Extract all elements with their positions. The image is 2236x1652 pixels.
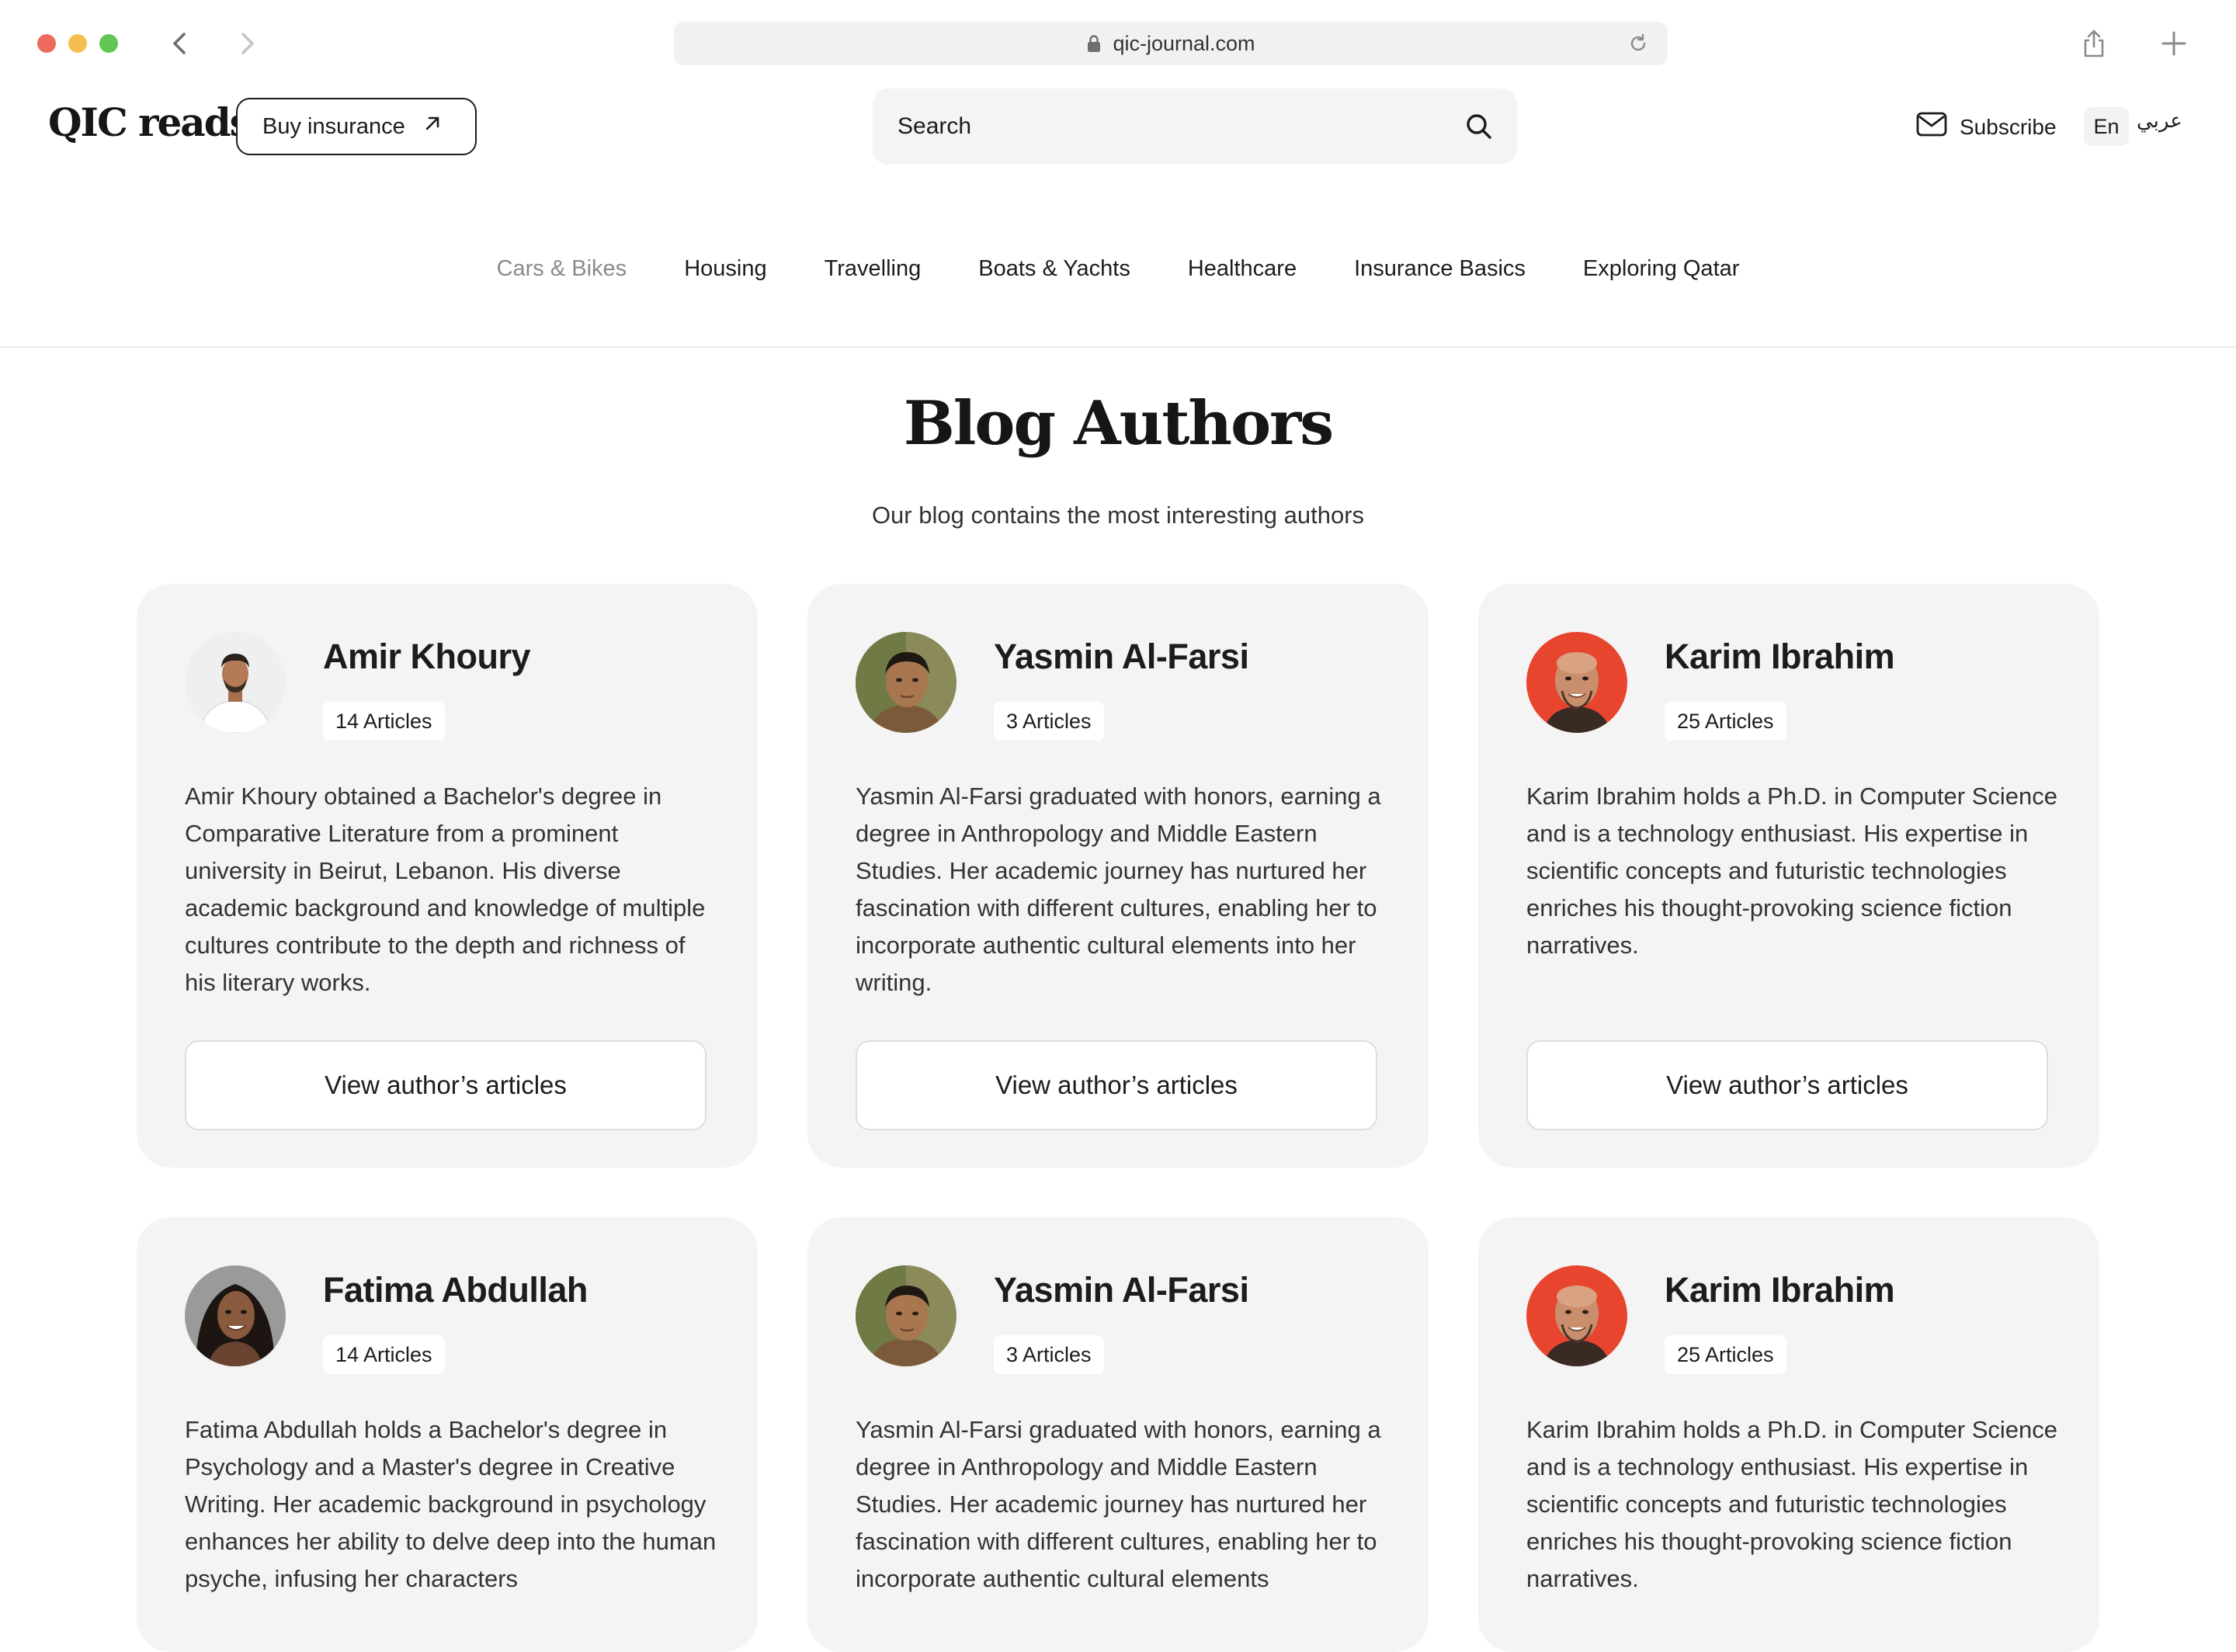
site-logo[interactable]: QIC reads bbox=[48, 99, 252, 145]
author-name[interactable]: Yasmin Al-Farsi bbox=[994, 637, 1249, 677]
author-card: Fatima Abdullah 14 Articles Fatima Abdul… bbox=[137, 1217, 758, 1652]
zoom-window-button[interactable] bbox=[99, 34, 118, 53]
nav-item-travelling[interactable]: Travelling bbox=[825, 241, 922, 297]
author-bio: Karim Ibrahim holds a Ph.D. in Computer … bbox=[1526, 783, 2058, 959]
close-window-button[interactable] bbox=[37, 34, 56, 53]
page-subtitle: Our blog contains the most interesting a… bbox=[871, 502, 1365, 529]
nav-item-boats-yachts[interactable]: Boats & Yachts bbox=[978, 241, 1130, 297]
arrow-up-right-icon bbox=[422, 113, 443, 140]
page-title: Blog Authors bbox=[903, 388, 1334, 459]
language-english-button[interactable]: En bbox=[2084, 107, 2129, 146]
browser-toolbar: qic-journal.com bbox=[0, 0, 2236, 87]
article-count-badge: 3 Articles bbox=[994, 1335, 1104, 1374]
article-count-badge: 3 Articles bbox=[994, 702, 1104, 741]
address-bar[interactable]: qic-journal.com bbox=[674, 22, 1668, 65]
search-input[interactable] bbox=[898, 88, 1441, 165]
author-card: Yasmin Al-Farsi 3 Articles Yasmin Al-Far… bbox=[807, 1217, 1429, 1652]
article-count-badge: 25 Articles bbox=[1665, 1335, 1786, 1374]
author-avatar bbox=[185, 1265, 286, 1366]
category-nav: Cars & Bikes Housing Travelling Boats & … bbox=[0, 241, 2236, 297]
subscribe-label: Subscribe bbox=[1960, 114, 2057, 139]
author-name[interactable]: Fatima Abdullah bbox=[323, 1270, 588, 1310]
author-avatar bbox=[856, 1265, 957, 1366]
url-text: qic-journal.com bbox=[1113, 31, 1255, 55]
author-name[interactable]: Amir Khoury bbox=[323, 637, 531, 677]
article-count-badge: 14 Articles bbox=[323, 702, 445, 741]
author-name[interactable]: Yasmin Al-Farsi bbox=[994, 1270, 1249, 1310]
author-bio: Yasmin Al-Farsi graduated with honors, e… bbox=[856, 783, 1381, 996]
back-arrow-icon[interactable] bbox=[163, 26, 197, 61]
author-card: Karim Ibrahim 25 Articles Karim Ibrahim … bbox=[1478, 584, 2099, 1168]
search-bar bbox=[873, 88, 1517, 165]
subscribe-link[interactable]: Subscribe bbox=[1916, 112, 2057, 142]
nav-item-insurance-basics[interactable]: Insurance Basics bbox=[1354, 241, 1526, 297]
author-card: Amir Khoury 14 Articles Amir Khoury obta… bbox=[137, 584, 758, 1168]
author-avatar bbox=[185, 632, 286, 733]
author-name[interactable]: Karim Ibrahim bbox=[1665, 637, 1895, 677]
author-card: Yasmin Al-Farsi 3 Articles Yasmin Al-Far… bbox=[807, 584, 1429, 1168]
nav-item-cars-bikes[interactable]: Cars & Bikes bbox=[497, 241, 627, 297]
article-count-badge: 25 Articles bbox=[1665, 702, 1786, 741]
minimize-window-button[interactable] bbox=[68, 34, 87, 53]
mail-icon bbox=[1916, 112, 1947, 142]
author-name[interactable]: Karim Ibrahim bbox=[1665, 1270, 1895, 1310]
author-bio: Karim Ibrahim holds a Ph.D. in Computer … bbox=[1526, 1416, 2058, 1592]
new-tab-icon[interactable] bbox=[2157, 26, 2191, 61]
nav-item-housing[interactable]: Housing bbox=[684, 241, 766, 297]
buy-insurance-button[interactable]: Buy insurance bbox=[236, 98, 477, 155]
search-icon[interactable] bbox=[1464, 112, 1494, 141]
nav-item-exploring-qatar[interactable]: Exploring Qatar bbox=[1583, 241, 1740, 297]
author-bio: Yasmin Al-Farsi graduated with honors, e… bbox=[856, 1416, 1381, 1592]
buy-insurance-label: Buy insurance bbox=[262, 113, 405, 139]
author-bio: Amir Khoury obtained a Bachelor's degree… bbox=[185, 783, 706, 996]
nav-item-healthcare[interactable]: Healthcare bbox=[1188, 241, 1297, 297]
share-icon[interactable] bbox=[2081, 28, 2107, 59]
author-avatar bbox=[1526, 1265, 1627, 1366]
author-avatar bbox=[1526, 632, 1627, 733]
article-count-badge: 14 Articles bbox=[323, 1335, 445, 1374]
view-author-articles-button[interactable]: View author’s articles bbox=[1526, 1040, 2048, 1130]
forward-arrow-icon[interactable] bbox=[230, 26, 264, 61]
author-bio: Fatima Abdullah holds a Bachelor's degre… bbox=[185, 1416, 717, 1592]
reload-icon[interactable] bbox=[1627, 33, 1649, 54]
view-author-articles-button[interactable]: View author’s articles bbox=[856, 1040, 1377, 1130]
lock-icon bbox=[1086, 34, 1102, 53]
header-divider bbox=[0, 346, 2236, 348]
language-arabic-button[interactable]: عربي bbox=[2137, 109, 2182, 133]
view-author-articles-button[interactable]: View author’s articles bbox=[185, 1040, 707, 1130]
author-avatar bbox=[856, 632, 957, 733]
author-card: Karim Ibrahim 25 Articles Karim Ibrahim … bbox=[1478, 1217, 2099, 1652]
